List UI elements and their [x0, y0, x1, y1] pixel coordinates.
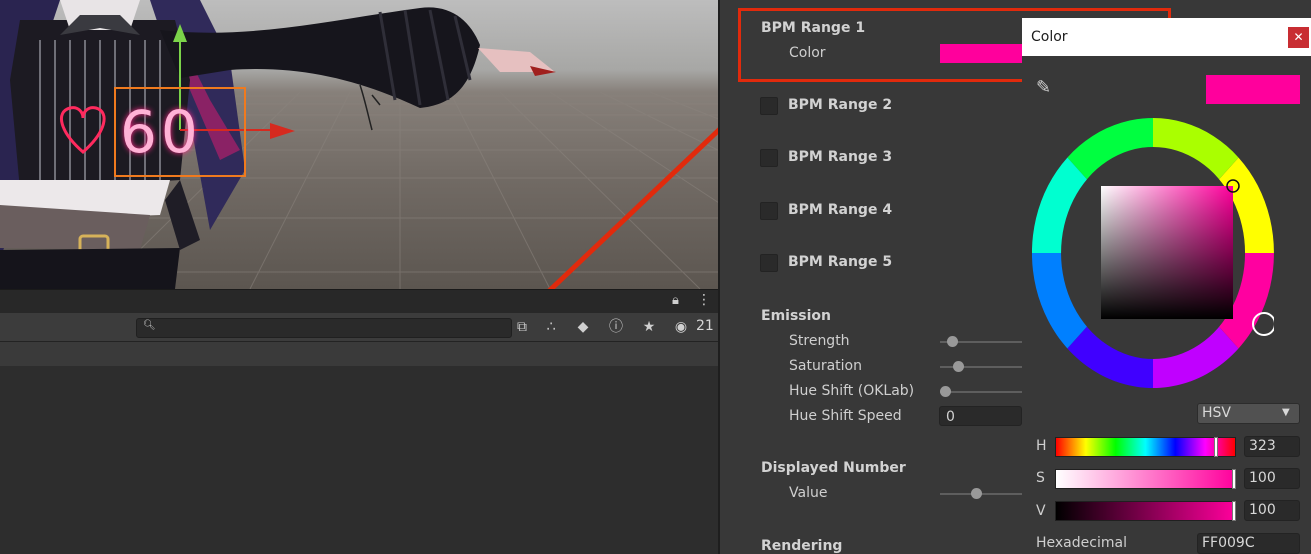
value-slider-knob[interactable] — [971, 488, 982, 499]
color-wheel[interactable] — [1032, 118, 1274, 388]
scene-view[interactable]: 60 — [0, 0, 718, 289]
strength-label: Strength — [789, 333, 850, 349]
saturation-bar-handle[interactable] — [1232, 469, 1236, 489]
search-input[interactable]: 🔍︎ — [136, 318, 512, 338]
close-icon[interactable]: ✕ — [1288, 27, 1309, 48]
scene-search-icon[interactable]: ⧉ — [511, 316, 533, 338]
emission-heading: Emission — [761, 308, 831, 324]
hue-shift-speed-field[interactable]: 0 — [939, 406, 1022, 426]
bpm-range-5-checkbox[interactable] — [760, 254, 778, 272]
s-value-field[interactable]: 100 — [1244, 468, 1300, 489]
hue-shift-slider[interactable] — [940, 391, 1022, 393]
value-label: Value — [789, 485, 828, 501]
hex-label: Hexadecimal — [1036, 535, 1127, 551]
strength-slider-knob[interactable] — [947, 336, 958, 347]
saturation-label: Saturation — [789, 358, 862, 374]
color-preview — [1206, 75, 1300, 104]
panel-content — [0, 342, 718, 554]
h-label: H — [1036, 438, 1047, 454]
bpm-range-2-checkbox[interactable] — [760, 97, 778, 115]
bpm-range-3-label: BPM Range 3 — [788, 149, 893, 165]
v-label: V — [1036, 503, 1046, 519]
hex-field[interactable]: FF009C — [1197, 533, 1300, 554]
more-options-icon[interactable]: ⋮ — [697, 292, 711, 308]
rendering-heading: Rendering — [761, 538, 843, 554]
h-value-field[interactable]: 323 — [1244, 436, 1300, 457]
hue-shift-label: Hue Shift (OKLab) — [789, 383, 915, 399]
warning-filter-icon[interactable]: ⓘ — [605, 316, 627, 338]
panel-header: 🔒︎ ⋮ — [0, 289, 718, 314]
lock-icon[interactable]: 🔒︎ — [672, 293, 679, 308]
v-value-field[interactable]: 100 — [1244, 500, 1300, 521]
s-label: S — [1036, 470, 1045, 486]
value-bar-handle[interactable] — [1232, 501, 1236, 521]
chevron-down-icon: ▼ — [1282, 407, 1290, 418]
neon-number: 60 — [120, 98, 202, 166]
color-picker-title: Color — [1031, 29, 1068, 45]
saturation-slider-knob[interactable] — [953, 361, 964, 372]
hue-shift-speed-label: Hue Shift Speed — [789, 408, 902, 424]
hue-slider-handle[interactable] — [1214, 437, 1218, 457]
search-icon: 🔍︎ — [143, 320, 156, 331]
hue-shift-slider-knob[interactable] — [940, 386, 951, 397]
value-bar[interactable] — [1055, 501, 1236, 521]
bpm-range-2-label: BPM Range 2 — [788, 97, 893, 113]
bpm-range-5-label: BPM Range 5 — [788, 254, 893, 270]
saturation-bar[interactable] — [1055, 469, 1236, 489]
favorites-icon[interactable]: ★ — [638, 316, 660, 338]
bpm-range-4-label: BPM Range 4 — [788, 202, 893, 218]
hidden-count: 21 — [696, 318, 714, 334]
bpm-range-3-checkbox[interactable] — [760, 149, 778, 167]
eyedropper-icon[interactable]: ✎ — [1036, 77, 1051, 98]
hue-slider[interactable] — [1055, 437, 1236, 457]
displayed-number-heading: Displayed Number — [761, 460, 906, 476]
label-filter-icon[interactable]: ◆ — [572, 316, 594, 338]
scene-render — [0, 0, 718, 289]
hue-selector — [1252, 312, 1274, 336]
list-item[interactable] — [0, 342, 718, 366]
type-filter-icon[interactable]: ∴ — [540, 316, 562, 338]
bpm-range-4-checkbox[interactable] — [760, 202, 778, 220]
visibility-icon[interactable]: ◉ — [670, 316, 692, 338]
